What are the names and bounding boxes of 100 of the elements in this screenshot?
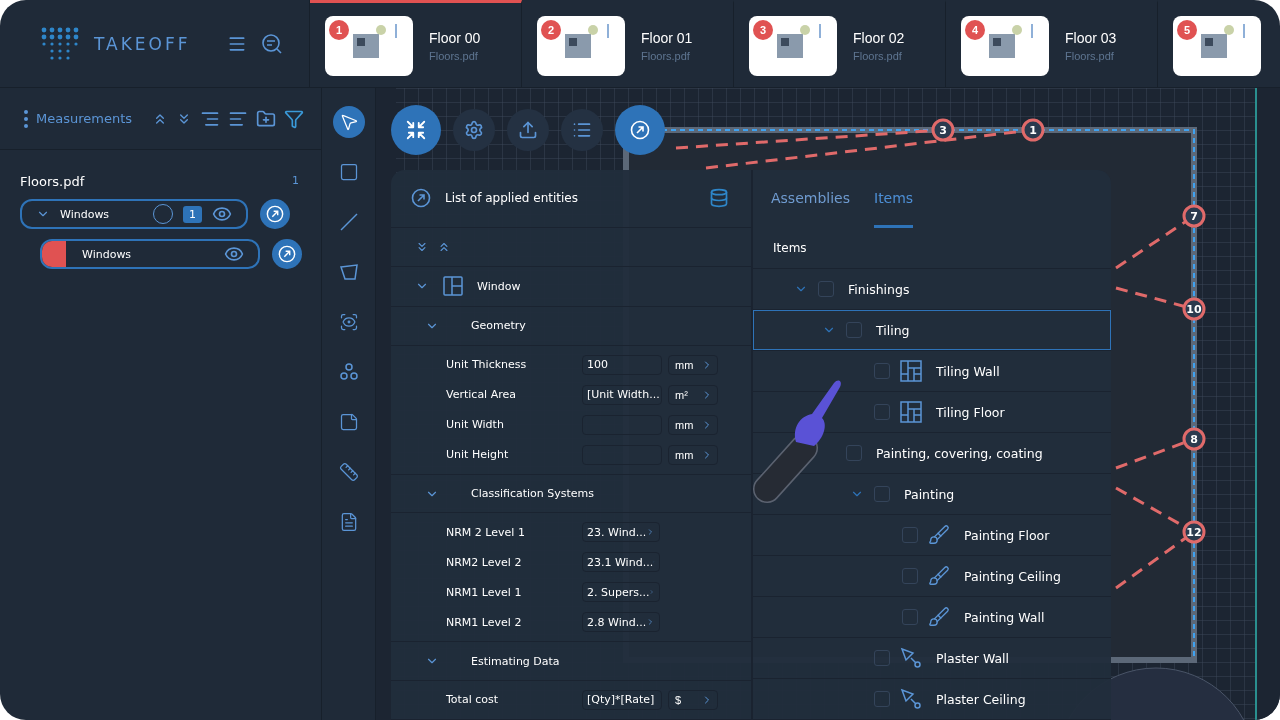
- checkbox[interactable]: [874, 691, 890, 707]
- group-name: Windows: [60, 207, 110, 221]
- value-field[interactable]: 100: [582, 354, 662, 375]
- unit-select[interactable]: m²: [668, 384, 718, 405]
- index-badge: 5: [1177, 19, 1197, 40]
- floor-thumbnail[interactable]: 1 Floor 00 Floors.pdf: [310, 0, 522, 87]
- floor-plan-drawing: [565, 23, 609, 58]
- window-icon: [443, 276, 463, 297]
- section-title: Geometry: [471, 319, 526, 333]
- checkbox[interactable]: [874, 363, 890, 379]
- field-label: NRM1 Level 2: [446, 615, 523, 629]
- tab[interactable]: Assemblies: [771, 170, 850, 229]
- tree-row[interactable]: Plaster Wall: [873, 638, 1111, 678]
- floor-thumbnail[interactable]: 5: [1158, 0, 1280, 87]
- point-marker[interactable]: 10: [1182, 297, 1206, 321]
- code-select[interactable]: 23. Wind...: [582, 522, 660, 543]
- filter-button[interactable]: [284, 108, 305, 129]
- floor-plan-drawing: [777, 23, 821, 58]
- kebab-icon[interactable]: [24, 109, 28, 128]
- tab[interactable]: Items: [874, 170, 914, 229]
- tool-button[interactable]: [332, 106, 365, 138]
- checkbox[interactable]: [874, 486, 890, 502]
- code-select[interactable]: 2. Supers...: [582, 582, 660, 603]
- brush-icon: [928, 565, 950, 587]
- checkbox[interactable]: [818, 281, 834, 297]
- checkbox[interactable]: [902, 568, 918, 584]
- value-field[interactable]: [Unit Width...: [582, 384, 662, 405]
- floor-file: Floors.pdf: [429, 49, 479, 62]
- arrow-circle-icon: [266, 205, 284, 223]
- floor-plan-drawing: [1201, 23, 1245, 58]
- point-marker[interactable]: 3: [931, 118, 955, 142]
- checkbox[interactable]: [846, 322, 862, 338]
- square-icon: [338, 162, 359, 182]
- field-label: Unit Height: [446, 448, 510, 462]
- value-field[interactable]: [Qty]*[Rate]: [582, 690, 662, 710]
- arrow-circle-icon: [630, 120, 650, 140]
- field-label: Vertical Area: [446, 388, 517, 402]
- unit-select[interactable]: mm: [668, 444, 718, 465]
- tree-label: Tiling: [876, 322, 910, 338]
- add-folder-button[interactable]: [256, 108, 277, 129]
- tree-row[interactable]: Finishings: [793, 269, 1111, 309]
- checkbox[interactable]: [874, 650, 890, 666]
- tree-row[interactable]: Tiling Wall: [873, 351, 1111, 391]
- index-badge: 3: [753, 19, 773, 40]
- panel-title: Measurements: [36, 111, 133, 126]
- field-label: NRM 2 Level 1: [446, 525, 526, 539]
- measurement-group[interactable]: Windows 1: [20, 199, 248, 229]
- eye-icon[interactable]: [224, 244, 244, 264]
- tree-row[interactable]: Tiling: [753, 310, 1111, 350]
- floor-thumbnail[interactable]: 3 Floor 02 Floors.pdf: [734, 0, 946, 87]
- database-icon[interactable]: [709, 188, 729, 209]
- tree-row[interactable]: Painting Wall: [901, 597, 1111, 637]
- checkbox[interactable]: [846, 445, 862, 461]
- open-button[interactable]: [260, 199, 290, 229]
- tree-row[interactable]: Tiling Floor: [873, 392, 1111, 432]
- index-badge: 2: [541, 19, 561, 40]
- eye-scan-icon: [338, 312, 359, 332]
- tree-label: Tiling Floor: [936, 404, 1005, 420]
- trowel-icon: [900, 647, 922, 669]
- floor-thumbnail[interactable]: 2 Floor 01 Floors.pdf: [522, 0, 734, 87]
- unit-select[interactable]: mm: [668, 354, 718, 375]
- open-button[interactable]: [272, 239, 302, 269]
- floor-plan-drawing: [989, 23, 1033, 58]
- unit-select[interactable]: mm: [668, 414, 718, 435]
- tree-label: Finishings: [848, 281, 910, 297]
- unit-select[interactable]: $: [668, 690, 718, 710]
- floor-thumbnail[interactable]: 4 Floor 03 Floors.pdf: [946, 0, 1158, 87]
- floor-title: Floor 03: [1065, 29, 1117, 46]
- checkbox[interactable]: [902, 609, 918, 625]
- shrink-icon: [405, 119, 427, 141]
- file-name: Floors.pdf: [20, 174, 85, 189]
- tree-row[interactable]: Painting, covering, coating: [845, 433, 1111, 473]
- count-badge: 1: [183, 205, 202, 223]
- point-marker[interactable]: 12: [1182, 520, 1206, 544]
- checkbox[interactable]: [902, 527, 918, 543]
- code-select[interactable]: 23.1 Wind...: [582, 552, 660, 573]
- tree-label: Painting Floor: [964, 527, 1050, 543]
- checkbox[interactable]: [874, 404, 890, 420]
- search-button[interactable]: [261, 32, 283, 55]
- arrow-circle-icon: [411, 188, 431, 209]
- field-label: Unit Width: [446, 418, 505, 432]
- measurement-item[interactable]: Windows: [40, 239, 260, 269]
- tree-row[interactable]: Painting Floor: [901, 515, 1111, 555]
- line-icon: [338, 212, 359, 232]
- point-marker[interactable]: 8: [1182, 427, 1206, 451]
- floor-file: Floors.pdf: [641, 49, 691, 62]
- code-select[interactable]: 2.8 Wind...: [582, 612, 660, 633]
- ruler-icon: [338, 462, 359, 482]
- point-marker[interactable]: 7: [1182, 204, 1206, 228]
- tree-label: Painting: [904, 486, 955, 502]
- point-marker[interactable]: 1: [1021, 118, 1045, 142]
- upload-icon: [518, 120, 538, 140]
- eye-icon[interactable]: [212, 204, 232, 224]
- tiles-icon: [900, 360, 922, 382]
- floor-file: Floors.pdf: [853, 49, 903, 62]
- tree-row[interactable]: Painting: [849, 474, 1111, 514]
- brand-name: TAKEOFF: [94, 33, 191, 54]
- file-count: 1: [292, 174, 299, 189]
- tree-row[interactable]: Plaster Ceiling: [873, 679, 1111, 719]
- tree-row[interactable]: Painting Ceiling: [901, 556, 1111, 596]
